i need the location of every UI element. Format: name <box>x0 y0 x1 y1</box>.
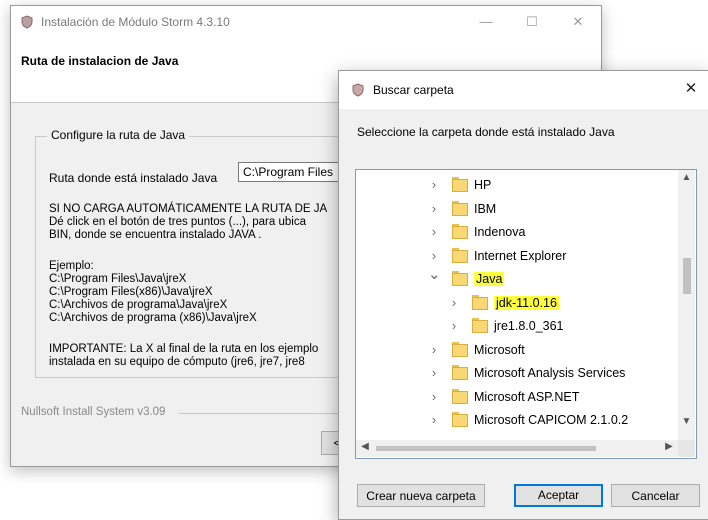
tree-item[interactable]: › Microsoft CAPICOM 2.1.0.2 <box>356 409 678 432</box>
groupbox-label: Configure la ruta de Java <box>47 128 190 142</box>
dialog-titlebar: Buscar carpeta ✕ <box>339 71 708 109</box>
tree-item[interactable]: ⌄ Java <box>356 267 678 291</box>
chevron-right-icon[interactable]: › <box>428 413 440 427</box>
important-line: IMPORTANTE: La X al final de la ruta en … <box>49 343 319 355</box>
info-line: BIN, donde se encuentra instalado JAVA . <box>49 229 262 241</box>
folder-icon <box>472 294 488 311</box>
vertical-scrollbar[interactable]: ▲ ▼ <box>678 170 695 440</box>
minimize-button[interactable]: — <box>463 6 509 38</box>
tree-item[interactable]: › Microsoft ASP.NET <box>356 386 678 409</box>
tree-item-label: jre1.8.0_361 <box>494 319 564 333</box>
tree-item-label: Microsoft CAPICOM 2.1.0.2 <box>474 413 629 427</box>
tree-item[interactable]: › Microsoft <box>356 339 678 362</box>
scroll-up-icon[interactable]: ▲ <box>678 172 695 186</box>
folder-icon <box>452 177 468 193</box>
path-label: Ruta donde está instalado Java <box>49 171 218 185</box>
tree-item-label: Microsoft <box>474 342 525 357</box>
example-label: Ejemplo: <box>49 260 94 272</box>
folder-icon <box>452 224 468 240</box>
folder-icon <box>452 365 468 381</box>
horizontal-scroll-thumb[interactable] <box>376 446 596 451</box>
nsis-footer-label: Nullsoft Install System v3.09 <box>21 406 166 418</box>
installer-title: Instalación de Módulo Storm 4.3.10 <box>41 15 230 29</box>
tree-item[interactable]: › jdk-11.0.16 <box>356 292 678 315</box>
folder-icon <box>452 412 468 428</box>
tree-item-label: IBM <box>474 201 497 216</box>
info-line: SI NO CARGA AUTOMÁTICAMENTE LA RUTA DE J… <box>49 203 328 215</box>
chevron-right-icon[interactable]: › <box>428 225 440 239</box>
folder-icon <box>472 318 488 334</box>
app-shield-icon <box>21 15 33 29</box>
tree-item[interactable]: › Internet Explorer <box>356 245 678 268</box>
chevron-right-icon[interactable]: › <box>428 178 440 192</box>
tree-item-label: HP <box>474 178 492 192</box>
folder-icon <box>452 247 468 264</box>
info-line: Dé click en el botón de tres puntos (...… <box>49 216 306 228</box>
chevron-down-icon[interactable]: ⌄ <box>428 267 441 282</box>
horizontal-scrollbar[interactable]: ◀ ▶ <box>356 440 678 457</box>
vertical-scroll-thumb[interactable] <box>683 258 691 294</box>
installer-titlebar: Instalación de Módulo Storm 4.3.10 — ☐ ✕ <box>11 6 601 38</box>
tree-item[interactable]: › Microsoft Analysis Services <box>356 362 678 385</box>
tree-item[interactable]: › HP <box>356 174 678 197</box>
scroll-left-icon[interactable]: ◀ <box>358 441 372 456</box>
tree-item-label: Internet Explorer <box>474 248 567 263</box>
folder-icon <box>452 271 468 287</box>
maximize-button[interactable]: ☐ <box>509 6 555 38</box>
folder-tree[interactable]: › HP › IBM › Indenova › Internet Explorer ⌄ Java ›… <box>355 169 697 459</box>
dialog-shield-icon <box>352 83 364 97</box>
tree-item-label: Java <box>474 272 505 286</box>
example-path: C:\Archivos de programa\Java\jreX <box>49 299 228 311</box>
installer-close-button[interactable]: ✕ <box>555 6 601 38</box>
tree-item-label: Indenova <box>474 225 526 239</box>
cancel-button[interactable]: Cancelar <box>611 484 700 507</box>
scroll-corner <box>678 440 695 457</box>
dialog-close-button[interactable]: ✕ <box>679 79 703 101</box>
folder-icon <box>452 341 468 358</box>
tree-item[interactable]: › jre1.8.0_361 <box>356 315 678 338</box>
chevron-right-icon[interactable]: › <box>428 366 440 380</box>
chevron-right-icon[interactable]: › <box>448 295 460 310</box>
tree-item-label: Microsoft ASP.NET <box>474 389 580 404</box>
folder-icon <box>452 200 468 217</box>
scroll-right-icon[interactable]: ▶ <box>662 441 676 456</box>
chevron-right-icon[interactable]: › <box>428 389 440 404</box>
tree-item[interactable]: › IBM <box>356 198 678 221</box>
dialog-title: Buscar carpeta <box>373 83 454 97</box>
tree-item-label: Microsoft Analysis Services <box>474 366 626 380</box>
chevron-right-icon[interactable]: › <box>428 248 440 263</box>
footer-divider <box>179 413 349 414</box>
example-path: C:\Archivos de programa (x86)\Java\jreX <box>49 312 257 324</box>
chevron-right-icon[interactable]: › <box>448 319 460 333</box>
example-path: C:\Program Files(x86)\Java\jreX <box>49 286 213 298</box>
folder-icon <box>452 388 468 405</box>
accept-button[interactable]: Aceptar <box>514 484 603 507</box>
browse-folder-dialog: Buscar carpeta ✕ Seleccione la carpeta d… <box>338 70 708 520</box>
new-folder-button[interactable]: Crear nueva carpeta <box>357 484 485 507</box>
java-path-input[interactable] <box>238 162 348 182</box>
tree-item[interactable]: › Indenova <box>356 221 678 244</box>
important-line: instalada en su equipo de cómputo (jre6,… <box>49 356 305 368</box>
chevron-right-icon[interactable]: › <box>428 342 440 357</box>
tree-item-label: jdk-11.0.16 <box>494 295 559 310</box>
page-heading: Ruta de instalacion de Java <box>21 54 179 68</box>
scroll-down-icon[interactable]: ▼ <box>678 416 695 430</box>
example-path: C:\Program Files\Java\jreX <box>49 273 187 285</box>
dialog-instruction: Seleccione la carpeta donde está instala… <box>357 125 615 139</box>
chevron-right-icon[interactable]: › <box>428 201 440 216</box>
